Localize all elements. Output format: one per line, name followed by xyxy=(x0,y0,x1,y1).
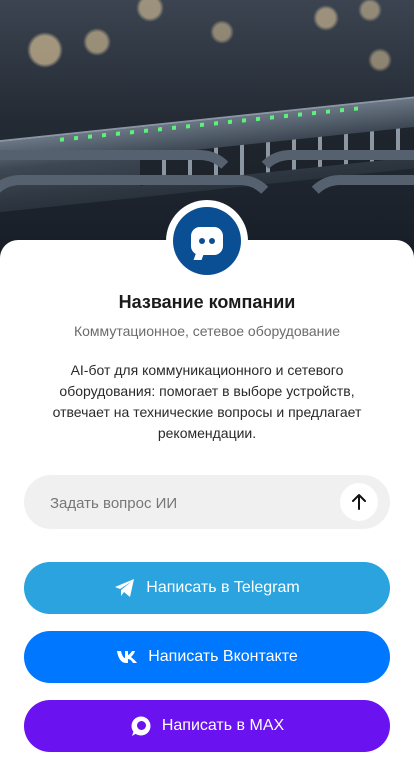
chat-bot-icon xyxy=(191,227,223,260)
avatar-circle xyxy=(173,207,241,275)
vk-icon xyxy=(116,650,138,664)
max-button-label: Написать в MAX xyxy=(161,717,285,734)
send-button[interactable] xyxy=(340,483,378,521)
company-description: AI-бот для коммуникационного и сетевого … xyxy=(52,362,362,441)
company-category: Коммутационное, сетевое оборудование xyxy=(73,323,341,339)
vk-button[interactable]: Написать Вконтакте xyxy=(24,631,390,683)
ask-ai-input[interactable] xyxy=(48,475,342,531)
max-button[interactable]: Написать в MAX xyxy=(24,700,390,752)
arrow-up-icon xyxy=(352,494,366,510)
ask-ai-field[interactable] xyxy=(24,475,390,531)
telegram-button[interactable]: Написать в Telegram xyxy=(24,562,390,614)
max-icon xyxy=(130,715,152,737)
vk-button-label: Написать Вконтакте xyxy=(148,648,298,665)
telegram-button-label: Написать в Telegram xyxy=(146,579,300,596)
company-name: Название компании xyxy=(118,292,296,312)
avatar xyxy=(166,200,248,282)
telegram-icon xyxy=(114,578,136,598)
